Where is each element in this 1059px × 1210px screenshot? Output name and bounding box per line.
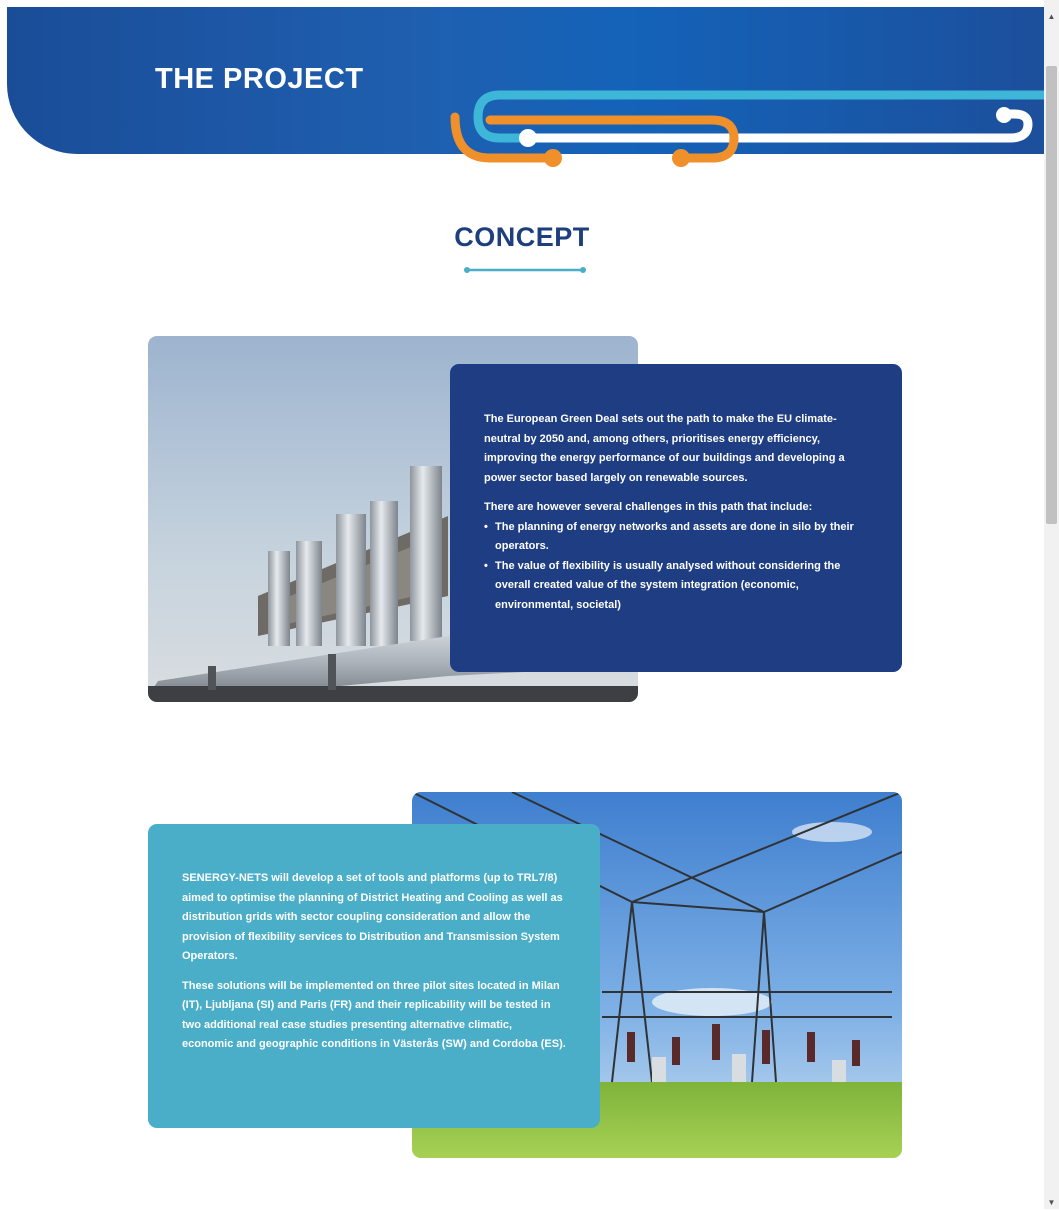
chevron-down-icon[interactable]: ▼ bbox=[1044, 1196, 1059, 1210]
concept-paragraph-3: SENERGY-NETS will develop a set of tools… bbox=[182, 872, 563, 962]
section-title: CONCEPT bbox=[454, 222, 590, 252]
title-underline bbox=[464, 267, 586, 273]
page: THE PROJECT CONCEPT The European Green D… bbox=[0, 0, 1044, 1209]
chevron-up-icon[interactable]: ▲ bbox=[1044, 10, 1059, 24]
concept-paragraph-1: The European Green Deal sets out the pat… bbox=[484, 413, 845, 484]
concept-paragraph-2: There are however several challenges in … bbox=[484, 501, 813, 513]
list-item: The value of flexibility is usually anal… bbox=[484, 557, 868, 616]
scrollbar-thumb[interactable] bbox=[1046, 66, 1057, 524]
header-banner: THE PROJECT bbox=[7, 7, 1044, 154]
challenges-list: The planning of energy networks and asse… bbox=[484, 518, 868, 616]
concept-paragraph-4: These solutions will be implemented on t… bbox=[182, 979, 566, 1051]
concept-text-card-1: The European Green Deal sets out the pat… bbox=[450, 364, 902, 672]
list-item: The planning of energy networks and asse… bbox=[484, 518, 868, 557]
vertical-scrollbar[interactable]: ▲ ▼ bbox=[1044, 0, 1059, 1209]
page-title: THE PROJECT bbox=[155, 63, 364, 95]
concept-text-card-2: SENERGY-NETS will develop a set of tools… bbox=[148, 824, 600, 1128]
